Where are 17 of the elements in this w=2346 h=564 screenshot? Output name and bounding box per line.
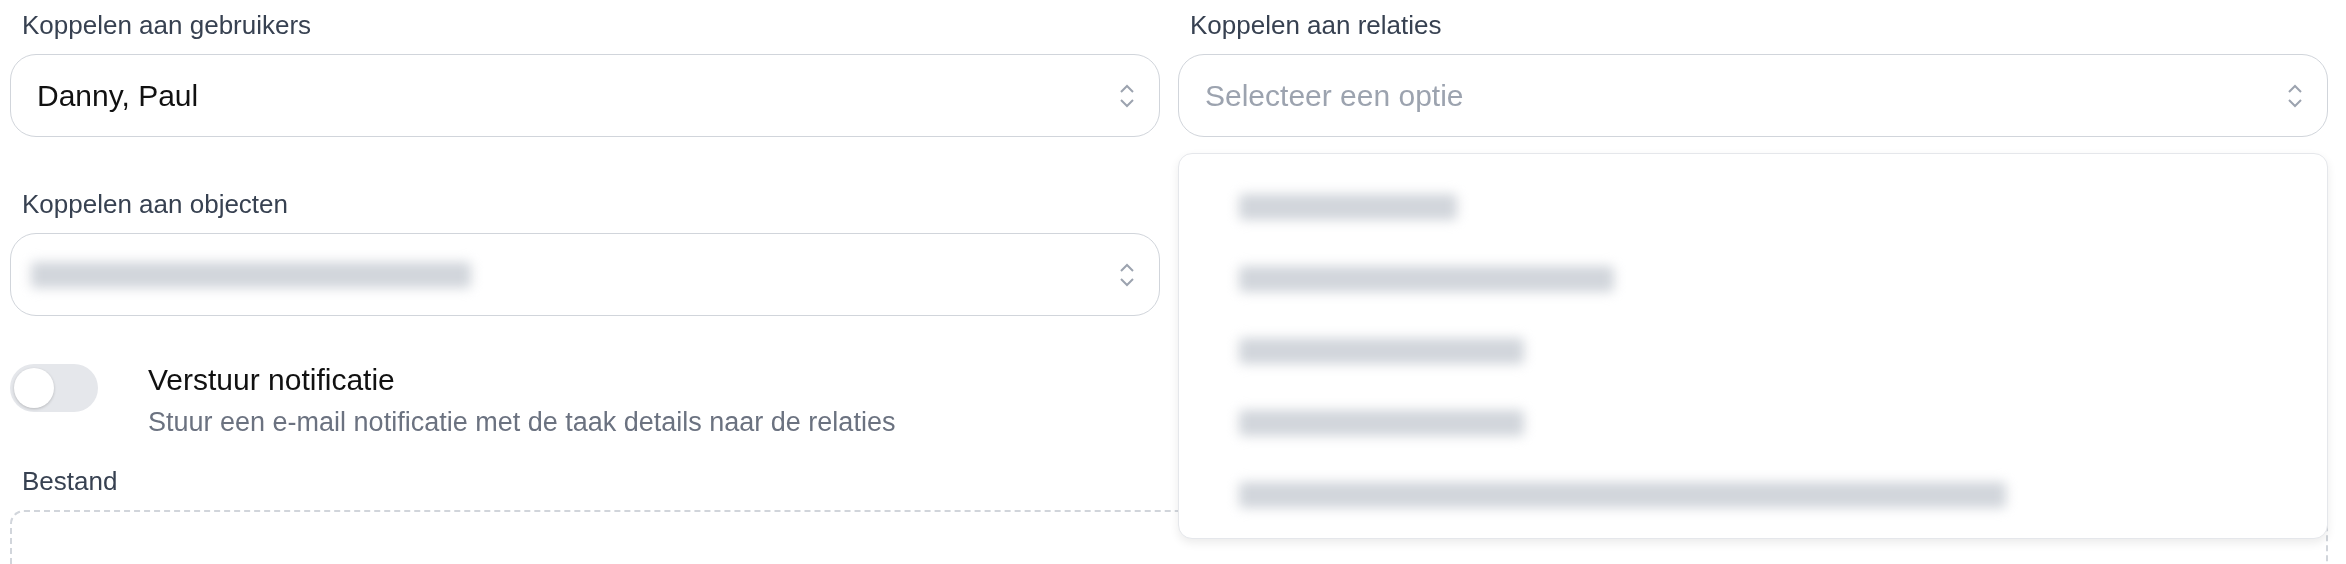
redacted-option[interactable] xyxy=(1239,266,1614,292)
select-field[interactable] xyxy=(10,233,1160,316)
toggle-description: Stuur een e-mail notificatie met de taak details naar de relaties xyxy=(148,406,896,439)
field-label: Koppelen aan relaties xyxy=(1189,10,1443,42)
toggle-title: Verstuur notificatie xyxy=(148,362,396,398)
field-label: Bestand xyxy=(21,466,118,498)
toggle-switch[interactable] xyxy=(10,364,98,412)
redacted-option[interactable] xyxy=(1239,410,1524,436)
chevron-updown-icon xyxy=(1119,261,1135,288)
select-field[interactable]: Danny, Paul xyxy=(10,54,1160,137)
chevron-updown-icon xyxy=(2287,82,2303,109)
redacted-option[interactable] xyxy=(1239,338,1524,364)
chevron-updown-icon xyxy=(1119,82,1135,109)
field-label: Koppelen aan gebruikers xyxy=(21,10,313,42)
redacted-option[interactable] xyxy=(1239,482,2006,508)
field-label: Koppelen aan objecten xyxy=(21,189,289,221)
redacted-option[interactable] xyxy=(1239,194,1457,220)
